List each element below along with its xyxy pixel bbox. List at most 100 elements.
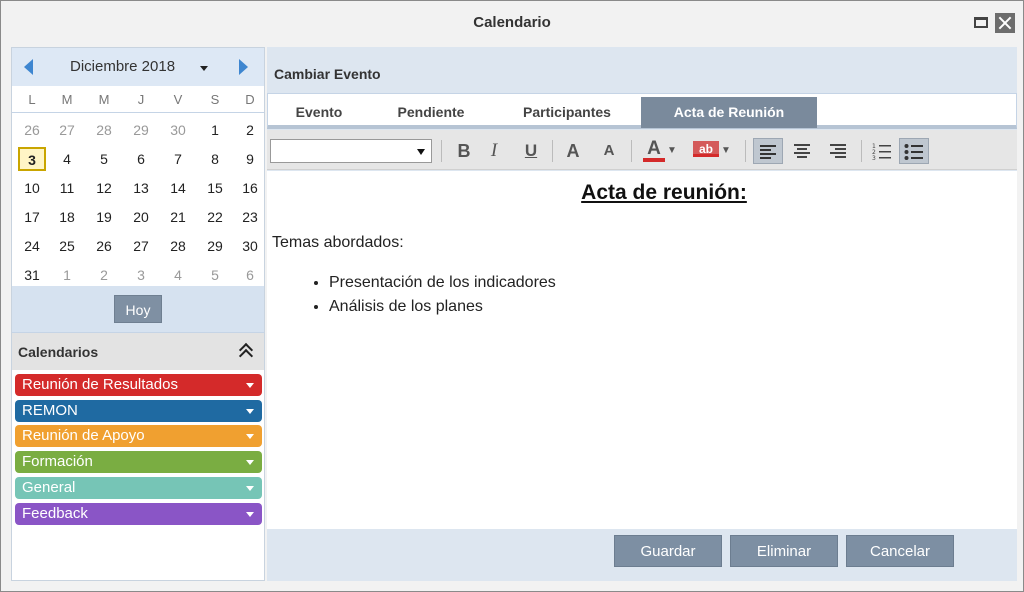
underline-button[interactable]: U [520,138,542,164]
day-cell[interactable]: 27 [49,116,85,144]
day-cell[interactable]: 6 [232,261,268,289]
calendar-options-icon[interactable] [246,434,254,440]
today-button[interactable]: Hoy [114,295,162,323]
font-color-button[interactable]: A [643,138,665,162]
calendar-options-icon[interactable] [246,460,254,466]
day-cell[interactable]: 13 [123,174,159,202]
day-cell[interactable]: 3 [123,261,159,289]
day-cell[interactable]: 11 [49,174,85,202]
day-cell[interactable]: 6 [123,145,159,173]
calendar-item[interactable]: Feedback [15,502,262,525]
collapse-icon[interactable] [238,342,254,364]
delete-button[interactable]: Eliminar [730,535,838,567]
calendar-item-label: Reunión de Resultados [22,376,178,393]
day-cell[interactable]: 20 [123,203,159,231]
day-cell[interactable]: 15 [197,174,233,202]
align-right-button[interactable] [825,138,851,164]
day-cell[interactable]: 22 [197,203,233,231]
calendar-options-icon[interactable] [246,511,254,517]
day-cell[interactable]: 4 [49,145,85,173]
panel-title: Cambiar Evento [274,66,381,82]
grow-font-button[interactable]: A [562,138,584,164]
day-cell[interactable]: 25 [49,232,85,260]
day-cell[interactable]: 16 [232,174,268,202]
window-title: Calendario [473,14,551,31]
day-cell[interactable]: 10 [14,174,50,202]
day-cell[interactable]: 9 [232,145,268,173]
calendar-item[interactable]: General [15,476,262,499]
calendar-item-label: General [22,478,76,496]
maximize-icon[interactable] [972,13,992,33]
day-cell[interactable]: 5 [86,145,122,173]
rich-text-editor[interactable]: Acta de reunión: Temas abordados: Presen… [267,171,1017,529]
align-left-button[interactable] [753,138,783,164]
day-cell[interactable]: 26 [86,232,122,260]
bullet-list-button[interactable] [899,138,929,164]
day-cell[interactable]: 8 [197,145,233,173]
prev-month-icon[interactable] [24,59,33,75]
bold-button[interactable]: B [453,138,475,164]
align-left-icon [760,145,776,159]
tab-participantes[interactable]: Participantes [502,98,632,126]
day-cell[interactable]: 1 [197,116,233,144]
day-cell[interactable]: 18 [49,203,85,231]
next-month-icon[interactable] [239,59,248,75]
numbered-list-button[interactable]: 123 [869,138,895,164]
day-cell[interactable]: 28 [160,232,196,260]
font-format-select[interactable] [270,139,432,163]
day-cell[interactable]: 30 [160,116,196,144]
shrink-font-button[interactable]: A [599,138,619,164]
day-cell[interactable]: 30 [232,232,268,260]
highlight-dropdown-icon[interactable]: ▼ [719,138,733,164]
day-cell[interactable]: 31 [14,261,50,289]
month-dropdown-icon[interactable] [200,66,208,71]
weekday-label: M [98,92,110,107]
calendar-item[interactable]: Formación [15,451,262,474]
day-cell[interactable]: 17 [14,203,50,231]
highlight-button[interactable]: ab [693,141,719,157]
day-cell[interactable]: 29 [123,116,159,144]
weekday-label: M [61,92,73,107]
day-cell[interactable]: 14 [160,174,196,202]
month-navigator: Diciembre 2018 [12,48,264,86]
calendar-item-label: Formación [22,453,93,471]
tab-evento[interactable]: Evento [276,98,362,126]
tab-acta-de-reunion[interactable]: Acta de Reunión [641,97,817,128]
align-center-button[interactable] [789,138,815,164]
calendar-item[interactable]: Reunión de Resultados [15,374,262,396]
close-icon[interactable] [995,13,1015,33]
align-right-icon [830,144,846,158]
font-color-dropdown-icon[interactable]: ▼ [665,138,679,164]
day-cell[interactable]: 27 [123,232,159,260]
month-label[interactable]: Diciembre 2018 [70,48,175,86]
day-cell[interactable]: 2 [232,116,268,144]
cancel-button[interactable]: Cancelar [846,535,954,567]
day-cell[interactable]: 2 [86,261,122,289]
calendar-item[interactable]: Reunión de Apoyo [15,425,262,448]
day-cell[interactable]: 26 [14,116,50,144]
calendar-options-icon[interactable] [246,408,254,414]
editor-toolbar: B I U A A A ▼ ab ▼ 123 [267,130,1017,170]
day-cell[interactable]: 4 [160,261,196,289]
day-cell[interactable]: 28 [86,116,122,144]
day-cell[interactable]: 7 [160,145,196,173]
day-cell[interactable]: 19 [86,203,122,231]
day-cell[interactable]: 1 [49,261,85,289]
tab-pendiente[interactable]: Pendiente [376,98,486,126]
day-cell[interactable]: 21 [160,203,196,231]
calendar-item[interactable]: REMON [15,399,262,422]
calendars-header: Calendarios [12,332,264,370]
day-cell[interactable]: 29 [197,232,233,260]
day-cell[interactable]: 24 [14,232,50,260]
day-cell[interactable]: 12 [86,174,122,202]
day-cell-today[interactable]: 3 [18,147,46,171]
day-cell[interactable]: 23 [232,203,268,231]
bullet-list: Presentación de los indicadores Análisis… [329,271,556,319]
save-button[interactable]: Guardar [614,535,722,567]
calendar-options-icon[interactable] [246,485,254,491]
day-cell[interactable]: 5 [197,261,233,289]
numbered-list-icon: 123 [872,143,891,162]
calendar-item-label: Feedback [22,504,88,522]
calendar-options-icon[interactable] [246,383,254,388]
italic-button[interactable]: I [483,138,505,164]
